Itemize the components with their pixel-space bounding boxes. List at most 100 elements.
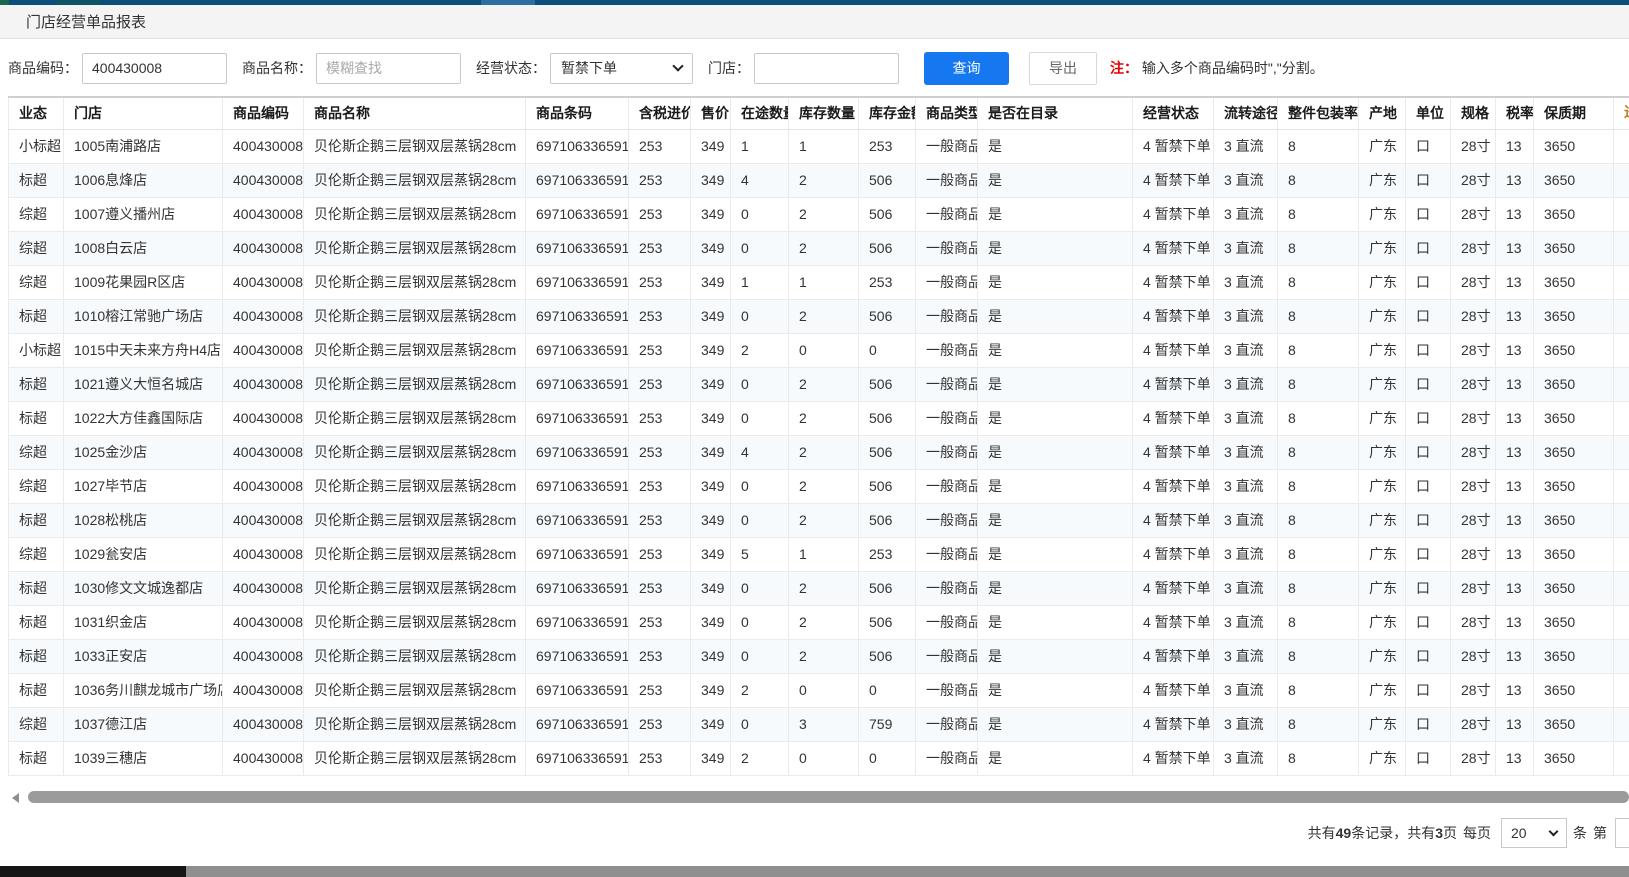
table-row[interactable]: 标超1039三穗店400430008贝伦斯企鹅三层钢双层蒸锅28cm697106… — [9, 741, 1629, 775]
table-cell: 2 — [789, 197, 859, 231]
table-cell: 1009花果园R区店 — [64, 265, 223, 299]
table-row[interactable]: 综超1009花果园R区店400430008贝伦斯企鹅三层钢双层蒸锅28cm697… — [9, 265, 1629, 299]
page-size-select[interactable]: 20 — [1501, 818, 1567, 848]
search-button[interactable]: 查询 — [924, 52, 1009, 85]
table-cell: 6971063365914 — [526, 707, 629, 741]
column-header: 规格 — [1451, 97, 1496, 129]
table-row[interactable]: 综超1027毕节店400430008贝伦斯企鹅三层钢双层蒸锅28cm697106… — [9, 469, 1629, 503]
table-row[interactable]: 标超1031织金店400430008贝伦斯企鹅三层钢双层蒸锅28cm697106… — [9, 605, 1629, 639]
product-name-input[interactable] — [316, 53, 461, 84]
table-cell: 1022大方佳鑫国际店 — [64, 401, 223, 435]
table-row[interactable]: 小标超1015中天未来方舟H4店400430008贝伦斯企鹅三层钢双层蒸锅28c… — [9, 333, 1629, 367]
table-row[interactable]: 标超1021遵义大恒名城店400430008贝伦斯企鹅三层钢双层蒸锅28cm69… — [9, 367, 1629, 401]
table-cell: 400430008 — [223, 639, 304, 673]
table-cell: 506 — [859, 163, 916, 197]
table-horizontal-scrollbar[interactable] — [0, 788, 1629, 807]
table-row[interactable]: 标超1028松桃店400430008贝伦斯企鹅三层钢双层蒸锅28cm697106… — [9, 503, 1629, 537]
table-row[interactable]: 标超1006息烽店400430008贝伦斯企鹅三层钢双层蒸锅28cm697106… — [9, 163, 1629, 197]
table-cell: 6971063365914 — [526, 401, 629, 435]
store-input[interactable] — [754, 53, 899, 84]
table-cell: 综超 — [9, 197, 64, 231]
table-cell: 一般商品 — [916, 571, 978, 605]
status-select[interactable]: 暂禁下单 — [550, 53, 693, 84]
table-cell: 253 — [629, 435, 691, 469]
table-cell: 400430008 — [223, 741, 304, 775]
table-row[interactable]: 标超1033正安店400430008贝伦斯企鹅三层钢双层蒸锅28cm697106… — [9, 639, 1629, 673]
table-cell: 一般商品 — [916, 639, 978, 673]
table-cell: 一般商品 — [916, 401, 978, 435]
table-cell: 8 — [1278, 299, 1359, 333]
table-cell: 506 — [859, 469, 916, 503]
table-cell: 6971063365914 — [526, 299, 629, 333]
column-header: 商品类型 — [916, 97, 978, 129]
table-cell: 一般商品 — [916, 537, 978, 571]
table-cell: 28寸 — [1451, 571, 1496, 605]
table-cell: 1027毕节店 — [64, 469, 223, 503]
unit-label: 条 — [1573, 823, 1587, 843]
table-cell: 759 — [859, 707, 916, 741]
table-cell: 是 — [978, 537, 1133, 571]
table-cell: 8 — [1278, 639, 1359, 673]
table-row[interactable]: 综超1025金沙店400430008贝伦斯企鹅三层钢双层蒸锅28cm697106… — [9, 435, 1629, 469]
table-cell: 口 — [1406, 707, 1451, 741]
table-row[interactable]: 标超1022大方佳鑫国际店400430008贝伦斯企鹅三层钢双层蒸锅28cm69… — [9, 401, 1629, 435]
table-cell: 4 暂禁下单 — [1133, 435, 1214, 469]
table-cell: 4 暂禁下单 — [1133, 401, 1214, 435]
table-scrollbar-thumb[interactable] — [28, 791, 1629, 803]
table-cell: 广东 — [1359, 673, 1406, 707]
table-cell: 广东 — [1359, 197, 1406, 231]
table-cell: 3650 — [1534, 299, 1614, 333]
table-cell: 3 直流 — [1214, 605, 1278, 639]
table-cell: 400430008 — [223, 707, 304, 741]
outer-scrollbar-thumb[interactable] — [0, 866, 186, 877]
page-number-input[interactable] — [1615, 818, 1629, 848]
table-cell: 13 — [1496, 231, 1534, 265]
table-cell: 349 — [691, 401, 731, 435]
table-cell: 口 — [1406, 231, 1451, 265]
table-cell: 口 — [1406, 469, 1451, 503]
table-cell: 2 — [789, 435, 859, 469]
table-cell: 13 — [1496, 401, 1534, 435]
table-cell-partial — [1614, 367, 1629, 401]
table-cell: 4 暂禁下单 — [1133, 469, 1214, 503]
table-cell: 口 — [1406, 503, 1451, 537]
table-cell: 口 — [1406, 333, 1451, 367]
product-code-input[interactable] — [82, 53, 227, 84]
table-row[interactable]: 标超1030修文文城逸都店400430008贝伦斯企鹅三层钢双层蒸锅28cm69… — [9, 571, 1629, 605]
table-cell: 506 — [859, 605, 916, 639]
table-cell: 1 — [789, 265, 859, 299]
table-cell: 3 直流 — [1214, 639, 1278, 673]
table-cell: 标超 — [9, 741, 64, 775]
table-row[interactable]: 综超1029瓮安店400430008贝伦斯企鹅三层钢双层蒸锅28cm697106… — [9, 537, 1629, 571]
table-cell: 综超 — [9, 469, 64, 503]
column-header: 门店 — [64, 97, 223, 129]
table-row[interactable]: 综超1037德江店400430008贝伦斯企鹅三层钢双层蒸锅28cm697106… — [9, 707, 1629, 741]
table-row[interactable]: 标超1036务川麒龙城市广场店400430008贝伦斯企鹅三层钢双层蒸锅28cm… — [9, 673, 1629, 707]
note-prefix: 注： — [1110, 60, 1138, 76]
table-cell: 一般商品 — [916, 707, 978, 741]
table-cell: 2 — [731, 333, 789, 367]
outer-horizontal-scrollbar[interactable] — [0, 866, 1629, 877]
table-cell: 3650 — [1534, 503, 1614, 537]
table-cell: 口 — [1406, 639, 1451, 673]
table-cell: 3 直流 — [1214, 333, 1278, 367]
table-cell: 8 — [1278, 673, 1359, 707]
table-cell: 506 — [859, 197, 916, 231]
table-cell: 253 — [629, 231, 691, 265]
table-cell: 是 — [978, 639, 1133, 673]
table-cell: 253 — [629, 605, 691, 639]
table-row[interactable]: 标超1010榕江常驰广场店400430008贝伦斯企鹅三层钢双层蒸锅28cm69… — [9, 299, 1629, 333]
table-cell: 一般商品 — [916, 129, 978, 163]
table-cell: 2 — [789, 469, 859, 503]
table-cell: 13 — [1496, 605, 1534, 639]
table-cell: 28寸 — [1451, 503, 1496, 537]
export-button[interactable]: 导出 — [1029, 52, 1097, 85]
table-cell: 400430008 — [223, 299, 304, 333]
table-cell-partial — [1614, 469, 1629, 503]
table-cell: 一般商品 — [916, 503, 978, 537]
scroll-left-arrow-icon[interactable] — [12, 793, 19, 803]
table-cell: 400430008 — [223, 333, 304, 367]
table-row[interactable]: 综超1007遵义播州店400430008贝伦斯企鹅三层钢双层蒸锅28cm6971… — [9, 197, 1629, 231]
table-row[interactable]: 小标超1005南浦路店400430008贝伦斯企鹅三层钢双层蒸锅28cm6971… — [9, 129, 1629, 163]
table-row[interactable]: 综超1008白云店400430008贝伦斯企鹅三层钢双层蒸锅28cm697106… — [9, 231, 1629, 265]
